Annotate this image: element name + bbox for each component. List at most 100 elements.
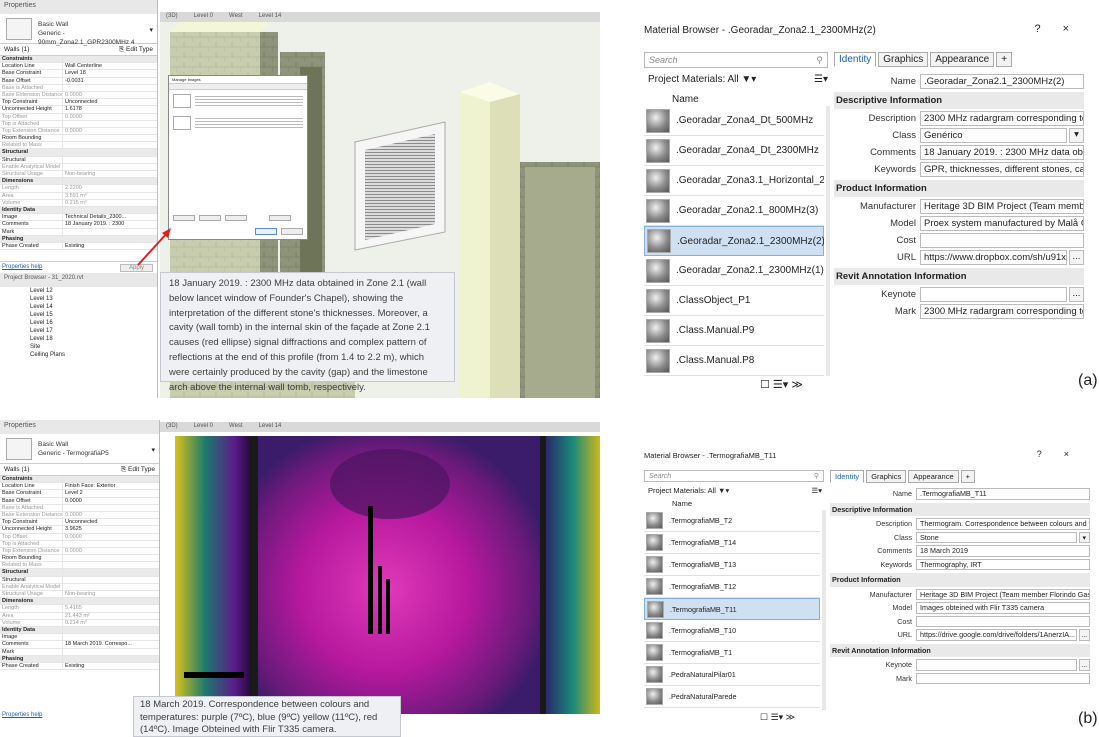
material-list-item[interactable]: .PedraNaturalPilar01: [644, 664, 820, 686]
tab-graphics[interactable]: Graphics: [866, 470, 907, 483]
close-icon[interactable]: ×: [1064, 449, 1091, 459]
material-list-item[interactable]: .ClassObject_P1: [644, 286, 824, 316]
keynote-field[interactable]: [916, 659, 1077, 671]
property-value[interactable]: Existing: [62, 662, 159, 670]
help-icon[interactable]: ?: [1037, 449, 1064, 459]
tab-level-0[interactable]: Level 0: [194, 423, 213, 431]
property-row[interactable]: Related to Mass: [0, 562, 159, 570]
material-list-item[interactable]: .PedraNaturalParede: [644, 686, 820, 708]
chevron-down-icon[interactable]: ▾: [151, 446, 155, 454]
material-list-item[interactable]: .Georadar_Zona4_Dt_2300MHz: [644, 136, 824, 166]
model-field[interactable]: Proex system manufactured by Malå Ge...: [920, 216, 1084, 231]
material-list-item[interactable]: .TermografiaMB_T10: [644, 620, 820, 642]
property-row[interactable]: Enable Analytical Model: [0, 583, 159, 591]
name-column-header[interactable]: Name: [672, 499, 692, 508]
tab-appearance[interactable]: Appearance: [908, 470, 959, 483]
property-section-header[interactable]: Phasing: [0, 655, 159, 663]
list-view-icon[interactable]: ☰▾: [814, 74, 828, 85]
property-row[interactable]: Top Extension Distance 0.0000: [0, 547, 159, 556]
name-field[interactable]: .Georadar_Zona2.1_2300MHz(2): [920, 74, 1084, 89]
viewport-3d-b[interactable]: [160, 434, 600, 714]
close-icon[interactable]: ×: [1063, 23, 1091, 35]
name-column-header[interactable]: Name: [672, 94, 699, 105]
dropdown-button[interactable]: ▾: [1069, 128, 1084, 143]
mb-filter-row[interactable]: Project Materials: All ▼▾ ☰▾: [648, 486, 822, 495]
browse-button[interactable]: ...: [1078, 629, 1090, 641]
add-tab-button[interactable]: +: [960, 470, 976, 483]
property-value[interactable]: 0.0000: [62, 547, 159, 555]
material-list-item[interactable]: .TermografiaMB_T11: [644, 598, 820, 620]
property-value[interactable]: [62, 634, 159, 641]
class-field[interactable]: Genérico: [920, 128, 1067, 143]
cost-field[interactable]: [920, 233, 1084, 248]
material-list-item[interactable]: .Georadar_Zona2.1_800MHz(3): [644, 196, 824, 226]
property-value[interactable]: [62, 504, 159, 511]
property-value[interactable]: [62, 648, 159, 655]
property-value[interactable]: 0.0000: [62, 497, 159, 504]
mb-bottom-controls[interactable]: ☐ ☰▾ ≫: [760, 378, 803, 391]
property-value[interactable]: 0.214 m³: [62, 619, 159, 626]
property-section-header[interactable]: Dimensions: [0, 598, 159, 606]
cost-field[interactable]: [916, 615, 1090, 627]
property-value[interactable]: [62, 569, 159, 576]
property-row[interactable]: Base is Attached: [0, 504, 159, 512]
property-row[interactable]: Unconnected Height 3.9625: [0, 526, 159, 534]
property-value[interactable]: 0.0000: [62, 511, 159, 519]
property-row[interactable]: Area 21.443 m²: [0, 612, 159, 620]
property-row[interactable]: Top Constraint Unconnected: [0, 519, 159, 527]
property-value[interactable]: [62, 626, 159, 634]
property-row[interactable]: Base Offset 0.0000: [0, 497, 159, 505]
keywords-field[interactable]: GPR, thicknesses, different stones, cavi…: [920, 162, 1084, 177]
property-row[interactable]: Room Bounding: [0, 555, 159, 563]
tab-graphics[interactable]: Graphics: [878, 52, 929, 67]
property-value[interactable]: Level 2: [62, 490, 159, 497]
property-value[interactable]: Unconnected: [62, 519, 159, 526]
comments-field[interactable]: 18 March 2019: [916, 545, 1090, 557]
list-view-icon[interactable]: ☰▾: [812, 486, 823, 495]
property-value[interactable]: Finish Face: Exterior: [62, 483, 159, 490]
dropdown-button[interactable]: ▾: [1078, 531, 1090, 543]
property-value[interactable]: 21.443 m²: [62, 612, 159, 619]
mark-field[interactable]: [916, 672, 1090, 684]
property-value[interactable]: 3.9625: [62, 526, 159, 533]
material-list-item[interactable]: .TermografiaMB_T13: [644, 554, 820, 576]
browse-button[interactable]: ...: [1078, 659, 1090, 671]
tab-identity[interactable]: Identity: [830, 470, 865, 483]
material-list-item[interactable]: .Georadar_Zona2.1_2300MHz(1): [644, 256, 824, 286]
property-row[interactable]: Phase Created Existing: [0, 662, 159, 671]
property-row[interactable]: Top Offset 0.0000: [0, 533, 159, 541]
search-input[interactable]: Search ⚲: [644, 52, 828, 68]
browse-button[interactable]: ...: [1069, 287, 1084, 302]
keywords-field[interactable]: Thermography, IRT: [916, 558, 1090, 570]
property-value[interactable]: [62, 476, 159, 483]
description-field[interactable]: 2300 MHz radargram corresponding to ...: [920, 111, 1084, 126]
material-list-item[interactable]: .Georadar_Zona4_Dt_500MHz: [644, 106, 824, 136]
class-field[interactable]: Stone: [916, 531, 1077, 543]
property-row[interactable]: Base Constraint Level 2: [0, 490, 159, 498]
type-selector[interactable]: Basic Wall Generic - TermografiaP5 ▾: [0, 434, 159, 464]
material-list-item[interactable]: .TermografiaMB_T2: [644, 510, 820, 532]
material-list-item[interactable]: .TermografiaMB_T1: [644, 642, 820, 664]
property-value[interactable]: [62, 583, 159, 590]
property-row[interactable]: Location Line Finish Face: Exterior: [0, 483, 159, 491]
property-row[interactable]: Top is Attached: [0, 540, 159, 548]
property-row[interactable]: Volume 0.214 m³: [0, 619, 159, 627]
property-value[interactable]: [62, 655, 159, 662]
property-section-header[interactable]: Structural: [0, 569, 159, 577]
instance-filter[interactable]: Walls (1) ⎘ Edit Type: [0, 464, 159, 476]
manufacturer-field[interactable]: Heritage 3D BIM Project (Team member Flo…: [916, 588, 1090, 600]
url-field[interactable]: https://drive.google.com/drive/folders/1…: [916, 629, 1077, 641]
description-field[interactable]: Thermogram. Correspondence between colou…: [916, 518, 1090, 530]
property-section-header[interactable]: Identity Data: [0, 626, 159, 635]
property-row[interactable]: Comments 18 March 2019. Correspo...: [0, 641, 159, 649]
property-row[interactable]: Image: [0, 634, 159, 642]
manufacturer-field[interactable]: Heritage 3D BIM Project (Team member...: [920, 199, 1084, 214]
search-input[interactable]: Search ⚲: [644, 470, 824, 482]
mb-bottom-controls[interactable]: ☐ ☰▾ ≫: [760, 712, 795, 723]
property-value[interactable]: 18 March 2019. Correspo...: [62, 641, 159, 648]
property-row[interactable]: Mark: [0, 648, 159, 656]
property-value[interactable]: Non-bearing: [62, 591, 159, 598]
url-field[interactable]: https://www.dropbox.com/sh/u91xc...: [920, 250, 1067, 265]
mb-filter-row[interactable]: Project Materials: All ▼▾ ☰▾: [648, 74, 828, 85]
property-row[interactable]: Length 5.4165: [0, 605, 159, 613]
